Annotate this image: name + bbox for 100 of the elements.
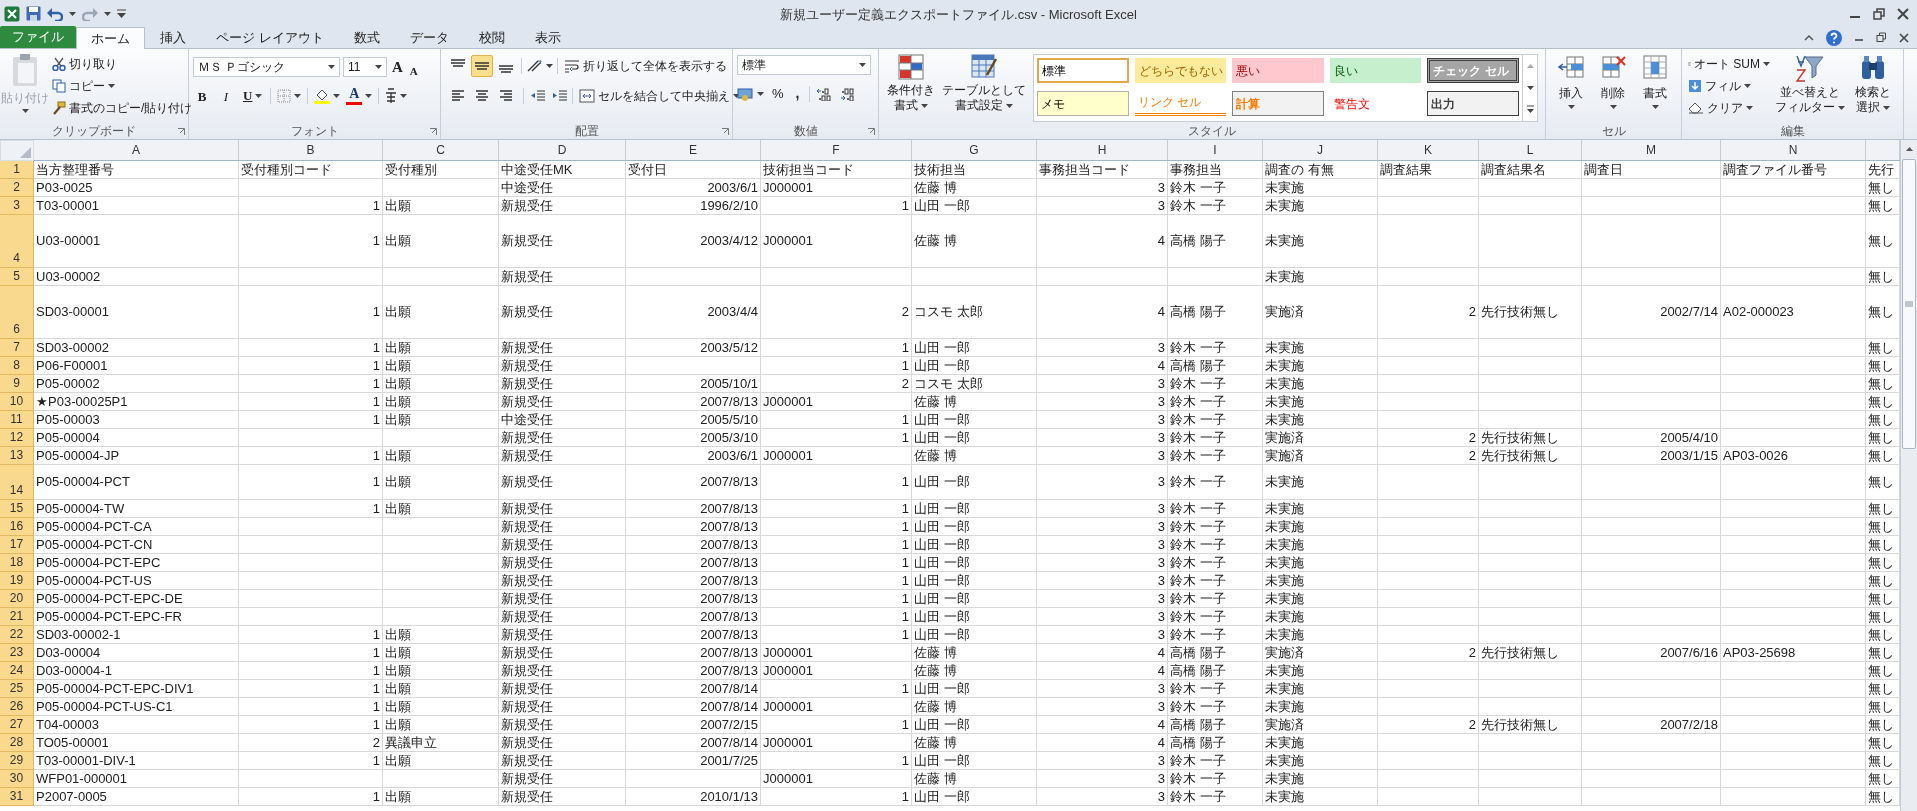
font-name-dropdown[interactable]: ＭＳ Ｐゴシック xyxy=(193,57,340,77)
dialog-launcher-icon[interactable] xyxy=(722,128,729,135)
scrollbar-thumb[interactable] xyxy=(1902,159,1916,449)
ribbon-tab[interactable]: ホーム xyxy=(76,27,145,49)
caret-icon[interactable] xyxy=(69,11,76,16)
orientation-button[interactable] xyxy=(526,59,553,73)
undo-icon[interactable] xyxy=(47,6,63,21)
format-painter-button[interactable]: 書式のコピー/貼り付け xyxy=(50,97,195,119)
caret-icon[interactable] xyxy=(333,94,341,98)
ribbon-tab[interactable]: 表示 xyxy=(519,27,576,48)
column-header[interactable]: A xyxy=(132,141,140,159)
caret-icon[interactable] xyxy=(757,91,764,96)
restore-icon[interactable] xyxy=(1873,7,1885,20)
ribbon-tab[interactable]: 数式 xyxy=(338,27,395,48)
cell-style-swatch[interactable]: メモ xyxy=(1037,91,1129,116)
column-header[interactable]: C xyxy=(436,141,445,159)
column-header[interactable]: I xyxy=(1213,141,1217,159)
caret-icon[interactable] xyxy=(375,65,382,69)
dialog-launcher-icon[interactable] xyxy=(868,128,875,135)
dialog-launcher-icon[interactable] xyxy=(178,128,185,135)
column-header[interactable]: G xyxy=(969,141,979,159)
font-size-dropdown[interactable]: 11 xyxy=(343,57,387,77)
cell-style-swatch[interactable]: 良い xyxy=(1329,58,1422,83)
dialog-launcher-icon[interactable] xyxy=(430,128,437,135)
wrap-text-button[interactable]: 折り返して全体を表示する xyxy=(562,55,729,77)
cut-button[interactable]: 切り取り xyxy=(50,53,195,75)
italic-button[interactable]: I xyxy=(217,87,235,105)
ribbon-tab[interactable]: 挿入 xyxy=(145,27,201,48)
column-header[interactable]: D xyxy=(557,141,567,159)
caret-icon[interactable] xyxy=(1744,84,1751,88)
comma-button[interactable]: , xyxy=(791,83,804,104)
row-header[interactable]: 1 xyxy=(13,161,20,178)
row-header[interactable]: 9 xyxy=(13,375,20,392)
format-as-table-button[interactable]: テーブルとして 書式設定 xyxy=(939,53,1029,123)
caret-icon[interactable] xyxy=(1838,105,1845,110)
save-icon[interactable] xyxy=(26,6,41,21)
ribbon-tab[interactable]: ファイル xyxy=(0,26,76,48)
caret-icon[interactable] xyxy=(921,103,928,108)
row-header[interactable]: 3 xyxy=(13,197,20,214)
number-format-dropdown[interactable]: 標準 xyxy=(737,55,871,75)
caret-icon[interactable] xyxy=(1567,105,1575,109)
customize-toolbar-icon[interactable] xyxy=(117,8,126,19)
insert-cells-button[interactable]: 挿入 xyxy=(1550,53,1592,123)
merge-center-button[interactable]: セルを結合して中央揃え xyxy=(577,85,742,107)
caret-icon[interactable] xyxy=(1883,105,1890,110)
cell-style-swatch[interactable]: 出力 xyxy=(1427,91,1519,116)
decrease-indent-icon[interactable] xyxy=(530,89,546,103)
close-icon[interactable] xyxy=(1897,7,1909,20)
column-header[interactable]: K xyxy=(1424,141,1432,159)
column-header[interactable]: B xyxy=(306,141,315,159)
row-header[interactable]: 2 xyxy=(13,179,20,196)
spreadsheet-app-icon[interactable] xyxy=(4,5,20,22)
conditional-formatting-button[interactable]: 条件付き 書式 xyxy=(883,53,939,123)
font-color-button[interactable]: A xyxy=(346,87,373,105)
caret-icon[interactable] xyxy=(1006,103,1013,108)
caret-icon[interactable] xyxy=(294,94,302,98)
cell-style-swatch[interactable]: どちらでもない xyxy=(1134,58,1227,83)
caret-icon[interactable] xyxy=(108,84,115,88)
copy-button[interactable]: コピー xyxy=(50,75,195,97)
cell-style-swatch[interactable]: 悪い xyxy=(1232,58,1324,83)
caret-icon[interactable] xyxy=(328,65,335,69)
caret-icon[interactable] xyxy=(255,94,263,98)
clear-button[interactable]: クリア xyxy=(1686,97,1772,119)
format-cells-button[interactable]: 書式 xyxy=(1634,53,1676,123)
fill-color-button[interactable] xyxy=(314,88,341,104)
caret-icon[interactable] xyxy=(1609,105,1617,109)
collapse-ribbon-icon[interactable] xyxy=(1804,34,1814,41)
sort-filter-button[interactable]: 並べ替えと フィルター xyxy=(1772,53,1848,123)
caret-icon[interactable] xyxy=(1651,105,1659,109)
cell-style-swatch[interactable]: 標準 xyxy=(1037,58,1129,83)
caret-icon[interactable] xyxy=(1746,106,1753,110)
autosum-button[interactable]: オート SUM xyxy=(1686,53,1772,75)
row-header[interactable]: 7 xyxy=(13,339,20,356)
percent-button[interactable]: % xyxy=(770,83,786,104)
caret-icon[interactable] xyxy=(365,94,373,98)
caret-icon[interactable] xyxy=(400,94,408,98)
column-header[interactable]: H xyxy=(1097,141,1107,159)
borders-button[interactable] xyxy=(277,89,302,103)
shrink-font-button[interactable]: A xyxy=(407,66,420,77)
row-header[interactable]: 6 xyxy=(13,321,20,338)
column-header[interactable]: E xyxy=(689,141,697,159)
column-header[interactable]: L xyxy=(1526,141,1534,159)
column-header[interactable]: N xyxy=(1788,141,1798,159)
caret-icon[interactable] xyxy=(859,63,866,67)
column-header[interactable]: M xyxy=(1646,141,1656,159)
underline-button[interactable]: U xyxy=(241,87,265,105)
ribbon-tab[interactable]: 校閲 xyxy=(463,27,520,48)
restore-icon[interactable] xyxy=(1876,32,1887,43)
row-header[interactable]: 5 xyxy=(13,268,20,285)
caret-icon[interactable] xyxy=(546,64,553,68)
grow-font-button[interactable]: A xyxy=(390,59,405,75)
column-header[interactable]: J xyxy=(1317,141,1323,159)
column-header[interactable]: F xyxy=(832,141,840,159)
vertical-align-button[interactable] xyxy=(471,55,493,77)
ribbon-tab[interactable]: データ xyxy=(394,27,464,48)
row-header[interactable]: 8 xyxy=(13,357,20,374)
find-select-button[interactable]: 検索と 選択 xyxy=(1848,53,1898,123)
currency-button[interactable] xyxy=(737,86,764,101)
increase-indent-icon[interactable] xyxy=(552,89,568,103)
delete-cells-button[interactable]: 削除 xyxy=(1592,53,1634,123)
